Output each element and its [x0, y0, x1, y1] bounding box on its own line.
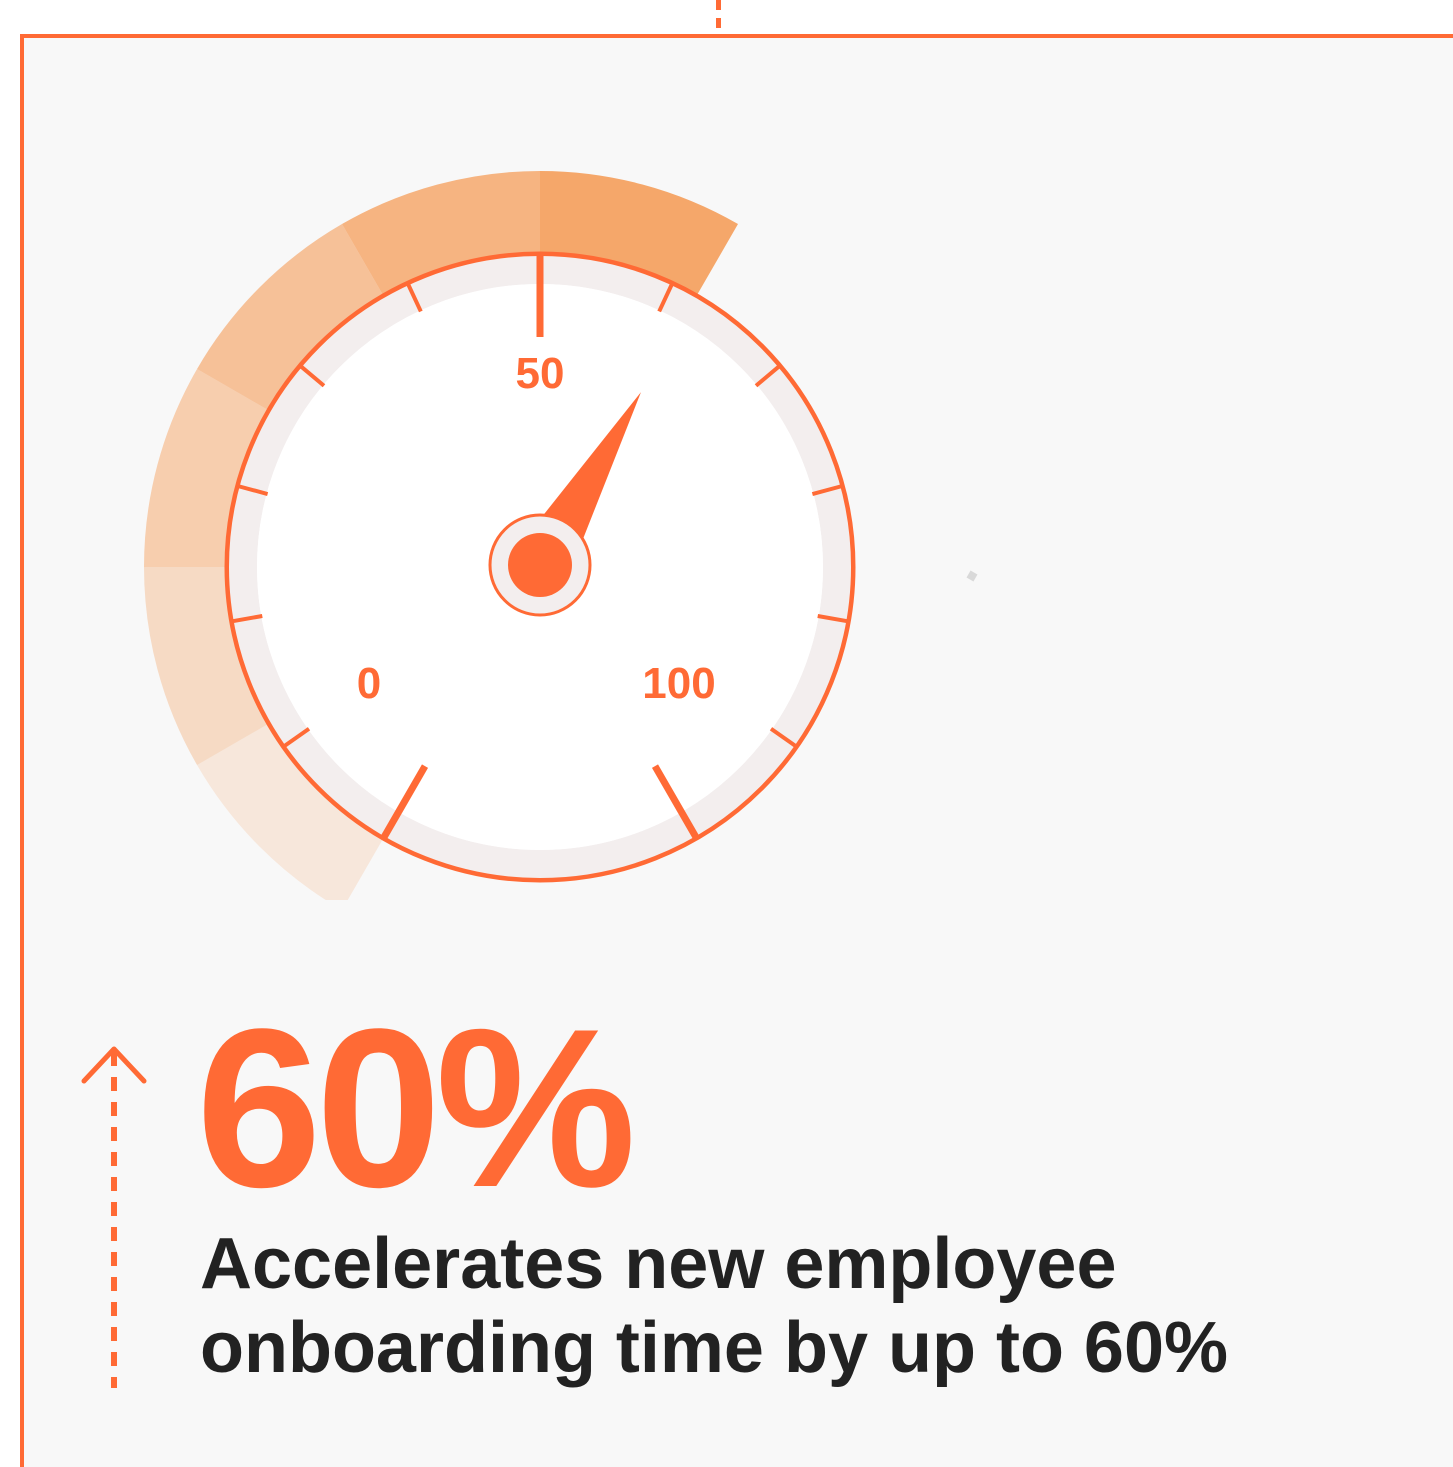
decorative-dot — [966, 570, 978, 582]
gauge-label-max: 100 — [642, 659, 715, 708]
gauge-label-min: 0 — [357, 659, 381, 708]
stat-value: 60% — [196, 981, 636, 1234]
needle-hub — [508, 533, 572, 597]
speedometer-gauge: 0 50 100 — [144, 171, 978, 900]
gauge-label-mid: 50 — [516, 349, 565, 398]
up-arrow-icon — [81, 1046, 147, 1388]
stat-description: Accelerates new employee onboarding time… — [200, 1224, 1229, 1388]
